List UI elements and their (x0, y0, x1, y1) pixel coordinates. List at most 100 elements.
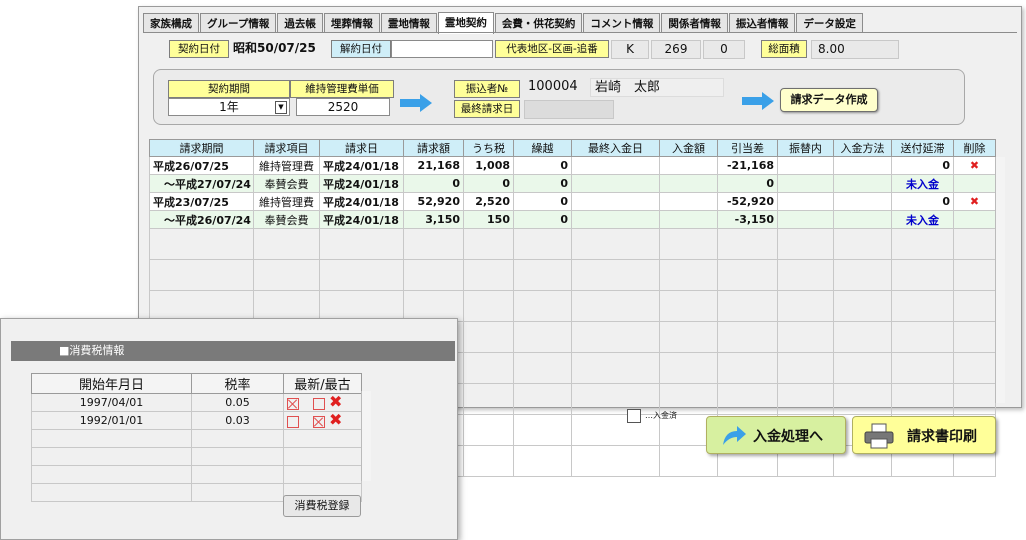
tab-8[interactable]: 関係者情報 (661, 13, 728, 33)
grid-cell (253, 290, 320, 322)
grid-scrollbar[interactable] (995, 157, 1005, 403)
grid-cell-carry: 0 (513, 156, 572, 175)
tax-rate: 0.05 (191, 393, 284, 412)
tax-scrollbar[interactable] (361, 391, 371, 481)
delete-icon[interactable]: ✖ (953, 192, 996, 211)
tax-cell (283, 429, 362, 448)
grid-cell-transfer (777, 156, 834, 175)
tab-3[interactable]: 埋葬情報 (323, 13, 380, 33)
grid-cell (891, 228, 954, 260)
grid-cell (777, 352, 834, 384)
tax-row[interactable]: 1992/01/01 0.03 ✖ (31, 411, 362, 430)
grid-cell (659, 228, 718, 260)
grid-cell-diff: -21,168 (717, 156, 778, 175)
empty-row (149, 290, 996, 322)
tax-cell (191, 483, 284, 502)
grid-cell (953, 290, 996, 322)
grid-cell-method (833, 174, 892, 193)
grid-cell (953, 228, 996, 260)
contract-date-label: 契約日付 (169, 40, 229, 58)
grid-cell-carry: 0 (513, 210, 572, 229)
table-row[interactable]: ～平成27/07/24 奉賛会費 平成24/01/18 0 0 0 0 未入金 (149, 174, 996, 193)
grid-cell[interactable] (953, 210, 996, 229)
register-tax-button[interactable]: 消費税登録 (283, 495, 361, 517)
payment-process-button[interactable]: 入金処理へ (706, 416, 846, 454)
grid-cell-diff: -3,150 (717, 210, 778, 229)
empty-row (149, 259, 996, 291)
period-value: 1年 (219, 100, 239, 114)
latest-checkbox[interactable] (287, 416, 299, 428)
grid-cell (513, 445, 572, 477)
grid-cell-date: 平成24/01/18 (319, 174, 404, 193)
grid-cell-overdue: 0 (891, 156, 954, 175)
tax-cell (31, 429, 192, 448)
tax-cell (191, 465, 284, 484)
grid-cell-item: 奉賛会費 (253, 174, 320, 193)
tab-0[interactable]: 家族構成 (143, 13, 199, 33)
cancel-date-input[interactable] (391, 40, 493, 58)
tab-2[interactable]: 過去帳 (277, 13, 323, 33)
grid-cell[interactable] (953, 174, 996, 193)
grid-cell-paid (659, 156, 718, 175)
tab-7[interactable]: コメント情報 (583, 13, 661, 33)
grid-cell (463, 383, 514, 415)
contract-panel: 契約期間 維持管理費単価 1年 ▼ 2520 振込者№ 100004 岩崎 太郎… (153, 69, 965, 125)
chevron-down-icon[interactable]: ▼ (275, 101, 287, 114)
grid-header-5: 繰越 (513, 139, 572, 157)
grid-header-2: 請求日 (319, 139, 404, 157)
tab-9[interactable]: 振込者情報 (728, 13, 796, 33)
tab-5[interactable]: 霊地契約 (437, 12, 494, 34)
delete-icon[interactable]: ✖ (329, 395, 342, 411)
oldest-checkbox[interactable] (313, 398, 325, 410)
grid-cell-amount: 0 (403, 174, 464, 193)
oldest-checkbox[interactable] (313, 416, 325, 428)
grid-cell (891, 259, 954, 291)
tax-col-start: 開始年月日 (31, 373, 192, 394)
last-bill-field (524, 100, 614, 119)
print-invoice-button[interactable]: 請求書印刷 (852, 416, 996, 454)
plot-area-field: K (611, 40, 649, 59)
curved-arrow-icon (723, 426, 746, 445)
grid-cell (513, 383, 572, 415)
tax-cell (283, 447, 362, 466)
grid-cell-carry: 0 (513, 174, 572, 193)
grid-cell-transfer (777, 192, 834, 211)
grid-cell (891, 290, 954, 322)
grid-cell (659, 352, 718, 384)
plot-label: 代表地区-区画-追番 (495, 40, 609, 58)
table-row[interactable]: 平成23/07/25 維持管理費 平成24/01/18 52,920 2,520 0 -52… (149, 192, 996, 211)
tab-1[interactable]: グループ情報 (200, 13, 277, 33)
table-row[interactable]: ～平成26/07/24 奉賛会費 平成24/01/18 3,150 150 0 -3,150… (149, 210, 996, 229)
latest-checkbox[interactable] (287, 398, 299, 410)
create-billing-button[interactable]: 請求データ作成 (780, 88, 878, 112)
tax-flags: ✖ (283, 411, 362, 430)
grid-cell (777, 228, 834, 260)
unit-price-label: 維持管理費単価 (290, 80, 394, 98)
payer-name-field: 岩崎 太郎 (590, 78, 724, 97)
last-bill-label: 最終請求日 (454, 100, 520, 118)
tab-6[interactable]: 会費・供花契約 (494, 13, 583, 33)
tab-4[interactable]: 霊地情報 (380, 13, 437, 33)
grid-cell (717, 352, 778, 384)
payer-no-label: 振込者№ (454, 80, 520, 98)
period-select[interactable]: 1年 ▼ (168, 98, 290, 116)
tab-10[interactable]: データ設定 (796, 13, 863, 33)
grid-header-9: 振替内 (777, 139, 834, 157)
grid-cell-item: 奉賛会費 (253, 210, 320, 229)
grid-cell (891, 352, 954, 384)
grid-cell (513, 321, 572, 353)
empty-row (31, 465, 362, 484)
grid-cell-period: ～平成26/07/24 (149, 210, 254, 229)
delete-icon[interactable]: ✖ (953, 156, 996, 175)
table-row[interactable]: 平成26/07/25 維持管理費 平成24/01/18 21,168 1,008 0 -21… (149, 156, 996, 175)
unit-price-input[interactable]: 2520 (296, 98, 390, 116)
tax-row[interactable]: 1997/04/01 0.05 ✖ (31, 393, 362, 412)
payment-status: 未入金 (891, 174, 954, 193)
grid-cell-paid (659, 210, 718, 229)
tax-table: 開始年月日 税率 最新/最古 1997/04/01 0.05 ✖ 1992/01/01… (31, 373, 362, 502)
grid-cell (833, 383, 892, 415)
grid-cell (319, 259, 404, 291)
delete-icon[interactable]: ✖ (329, 413, 342, 429)
grid-cell (319, 290, 404, 322)
grid-cell (463, 445, 514, 477)
